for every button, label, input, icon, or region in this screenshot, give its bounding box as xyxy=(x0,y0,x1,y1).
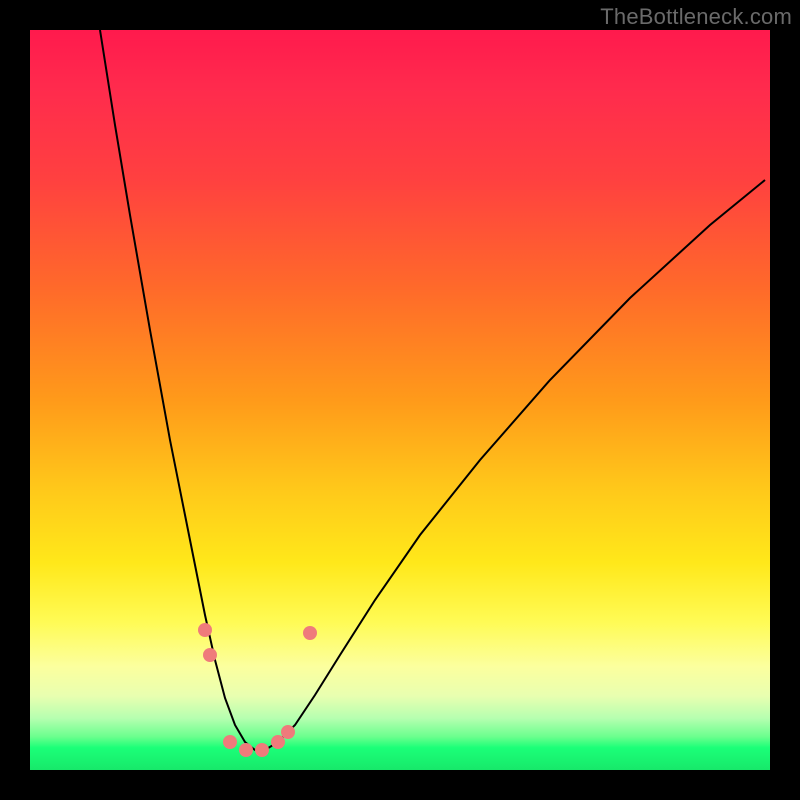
curve-marker xyxy=(239,743,253,757)
curve-marker xyxy=(255,743,269,757)
curve-marker xyxy=(203,648,217,662)
bottleneck-curve xyxy=(100,30,765,750)
curve-marker xyxy=(198,623,212,637)
curve-marker xyxy=(271,735,285,749)
curve-markers xyxy=(198,623,317,757)
curve-marker xyxy=(223,735,237,749)
curve-marker xyxy=(303,626,317,640)
curve-marker xyxy=(281,725,295,739)
chart-svg xyxy=(30,30,770,770)
watermark-text: TheBottleneck.com xyxy=(600,4,792,30)
